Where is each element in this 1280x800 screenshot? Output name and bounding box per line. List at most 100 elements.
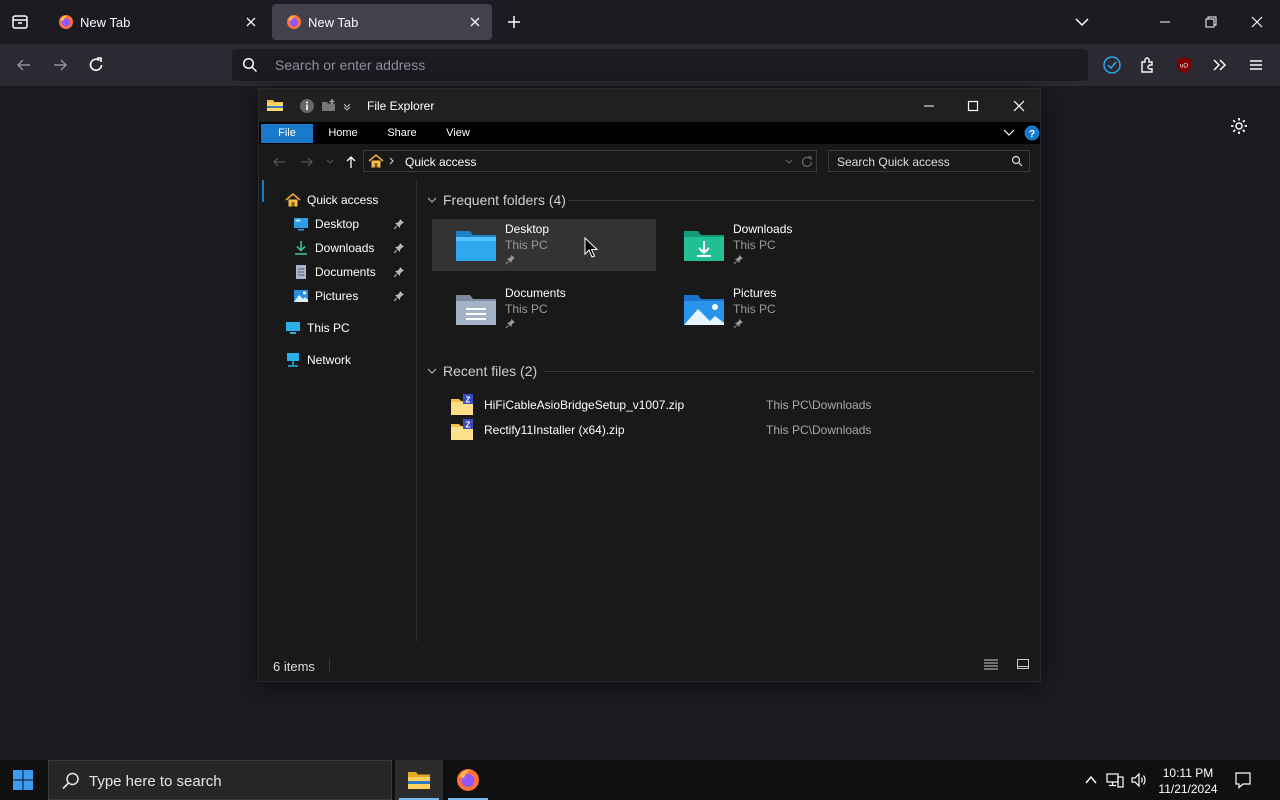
close-tab-icon[interactable] xyxy=(468,15,482,29)
minimize-window-icon[interactable] xyxy=(1157,14,1173,30)
windows-taskbar: Type here to search 10:11 PM 11/21/2024 xyxy=(0,760,1280,800)
nav-item-network[interactable]: Network xyxy=(285,349,411,371)
folder-location: This PC xyxy=(505,238,548,252)
windows-start-icon[interactable] xyxy=(12,769,34,791)
recent-files-header[interactable]: Recent files (2) xyxy=(426,361,537,381)
folder-tile-documents[interactable]: Documents This PC xyxy=(432,283,656,335)
svg-text:Z: Z xyxy=(466,421,471,430)
large-icons-view-icon[interactable] xyxy=(1015,656,1031,672)
recent-locations-chevron-icon[interactable] xyxy=(325,157,335,167)
folder-tile-downloads[interactable]: Downloads This PC xyxy=(660,219,884,271)
volume-icon[interactable] xyxy=(1130,771,1148,789)
downloads-folder-icon xyxy=(682,225,726,265)
this-pc-icon xyxy=(285,320,301,336)
tab-label: New Tab xyxy=(308,14,359,30)
sync-check-icon[interactable] xyxy=(1102,55,1122,75)
forward-arrow-icon[interactable] xyxy=(50,55,70,75)
home-icon xyxy=(368,153,384,169)
documents-icon xyxy=(293,264,309,280)
frequent-folders-header[interactable]: Frequent folders (4) xyxy=(426,190,566,210)
explorer-back-icon[interactable] xyxy=(271,154,287,170)
nav-item-desktop[interactable]: Desktop xyxy=(293,213,411,235)
reload-icon[interactable] xyxy=(86,55,106,75)
nav-item-quick-access[interactable]: Quick access xyxy=(285,189,411,211)
nav-item-label: Quick access xyxy=(307,193,379,207)
ribbon-tab-share[interactable]: Share xyxy=(379,124,425,143)
help-icon[interactable]: ? xyxy=(1024,125,1040,141)
network-icon xyxy=(285,352,301,368)
notifications-icon[interactable] xyxy=(1234,771,1252,789)
explorer-folder-icon xyxy=(266,97,284,113)
address-bar[interactable]: Search or enter address xyxy=(232,49,1088,81)
firefox-view-icon[interactable] xyxy=(10,12,30,32)
refresh-icon[interactable] xyxy=(800,155,814,169)
explorer-status-bar: 6 items xyxy=(259,642,1040,683)
maximize-icon[interactable] xyxy=(965,98,981,114)
nav-item-downloads[interactable]: Downloads xyxy=(293,237,411,259)
nav-item-documents[interactable]: Documents xyxy=(293,261,411,283)
expand-ribbon-chevron-icon[interactable] xyxy=(1002,126,1016,140)
breadcrumb-quick-access[interactable]: Quick access xyxy=(405,155,476,169)
pin-icon[interactable] xyxy=(393,242,405,254)
folder-name: Pictures xyxy=(733,286,777,300)
close-icon[interactable] xyxy=(1011,98,1027,114)
navigation-pane: Quick access Desktop Downloads Documents… xyxy=(259,180,417,642)
more-tools-chevron-icon[interactable] xyxy=(1210,55,1230,75)
nav-item-label: Desktop xyxy=(315,217,360,231)
pin-icon xyxy=(733,254,744,265)
folder-tile-pictures[interactable]: Pictures This PC xyxy=(660,283,884,335)
close-tab-icon[interactable] xyxy=(244,15,258,29)
new-folder-icon[interactable] xyxy=(321,98,337,114)
extensions-puzzle-icon[interactable] xyxy=(1138,55,1158,75)
nav-item-pictures[interactable]: Pictures xyxy=(293,285,411,307)
close-window-icon[interactable] xyxy=(1249,14,1265,30)
address-row: Quick access Search Quick access xyxy=(259,144,1040,180)
pin-icon xyxy=(505,254,516,265)
firefox-favicon-icon xyxy=(58,14,74,30)
recent-file-row[interactable]: Z HiFiCableAsioBridgeSetup_v1007.zip Thi… xyxy=(450,393,1010,417)
details-view-icon[interactable] xyxy=(983,656,999,672)
ublock-origin-icon[interactable]: uO xyxy=(1174,55,1194,75)
pin-icon[interactable] xyxy=(393,218,405,230)
explorer-forward-icon[interactable] xyxy=(299,154,315,170)
explorer-window-title: File Explorer xyxy=(367,99,435,113)
menu-hamburger-icon[interactable] xyxy=(1246,55,1266,75)
group-title: Frequent folders (4) xyxy=(443,192,566,208)
tab-new-tab-2[interactable]: New Tab xyxy=(272,4,492,40)
up-arrow-icon[interactable] xyxy=(343,154,359,170)
svg-text:Z: Z xyxy=(466,396,471,405)
customize-toolbar-chevron-icon[interactable] xyxy=(342,101,352,111)
back-arrow-icon[interactable] xyxy=(14,55,34,75)
pin-icon xyxy=(733,318,744,329)
list-all-tabs-chevron-icon[interactable] xyxy=(1074,14,1090,30)
firefox-favicon-icon xyxy=(286,14,302,30)
minimize-icon[interactable] xyxy=(921,98,937,114)
address-breadcrumb-box[interactable]: Quick access xyxy=(363,150,817,172)
new-tab-plus-icon[interactable] xyxy=(506,14,522,30)
ribbon-tab-home[interactable]: Home xyxy=(321,124,365,143)
ribbon-tab-view[interactable]: View xyxy=(437,124,479,143)
taskbar-clock[interactable]: 10:11 PM 11/21/2024 xyxy=(1152,765,1224,797)
network-status-icon[interactable] xyxy=(1106,771,1124,789)
restore-window-icon[interactable] xyxy=(1203,14,1219,30)
pin-icon[interactable] xyxy=(393,266,405,278)
tab-new-tab-1[interactable]: New Tab xyxy=(44,4,268,40)
taskbar-firefox-button[interactable] xyxy=(444,760,492,800)
ribbon-tab-file[interactable]: File xyxy=(261,124,313,143)
taskbar-file-explorer-button[interactable] xyxy=(395,760,443,800)
breadcrumb-separator-icon xyxy=(388,157,396,165)
address-placeholder: Search or enter address xyxy=(275,57,426,73)
recent-file-row[interactable]: Z Rectify11Installer (x64).zip This PC\D… xyxy=(450,418,1010,442)
taskbar-search-box[interactable]: Type here to search xyxy=(48,760,392,800)
properties-icon[interactable] xyxy=(299,98,315,114)
show-hidden-icons-chevron-icon[interactable] xyxy=(1084,773,1098,787)
explorer-search-box[interactable]: Search Quick access xyxy=(828,150,1030,172)
pin-icon[interactable] xyxy=(393,290,405,302)
search-placeholder: Search Quick access xyxy=(837,155,950,169)
taskbar-search-placeholder: Type here to search xyxy=(89,773,222,790)
nav-item-this-pc[interactable]: This PC xyxy=(285,317,411,339)
settings-gear-icon[interactable] xyxy=(1229,116,1249,136)
folder-tile-desktop[interactable]: Desktop This PC xyxy=(432,219,656,271)
folder-name: Downloads xyxy=(733,222,793,236)
address-history-chevron-icon[interactable] xyxy=(784,157,794,167)
